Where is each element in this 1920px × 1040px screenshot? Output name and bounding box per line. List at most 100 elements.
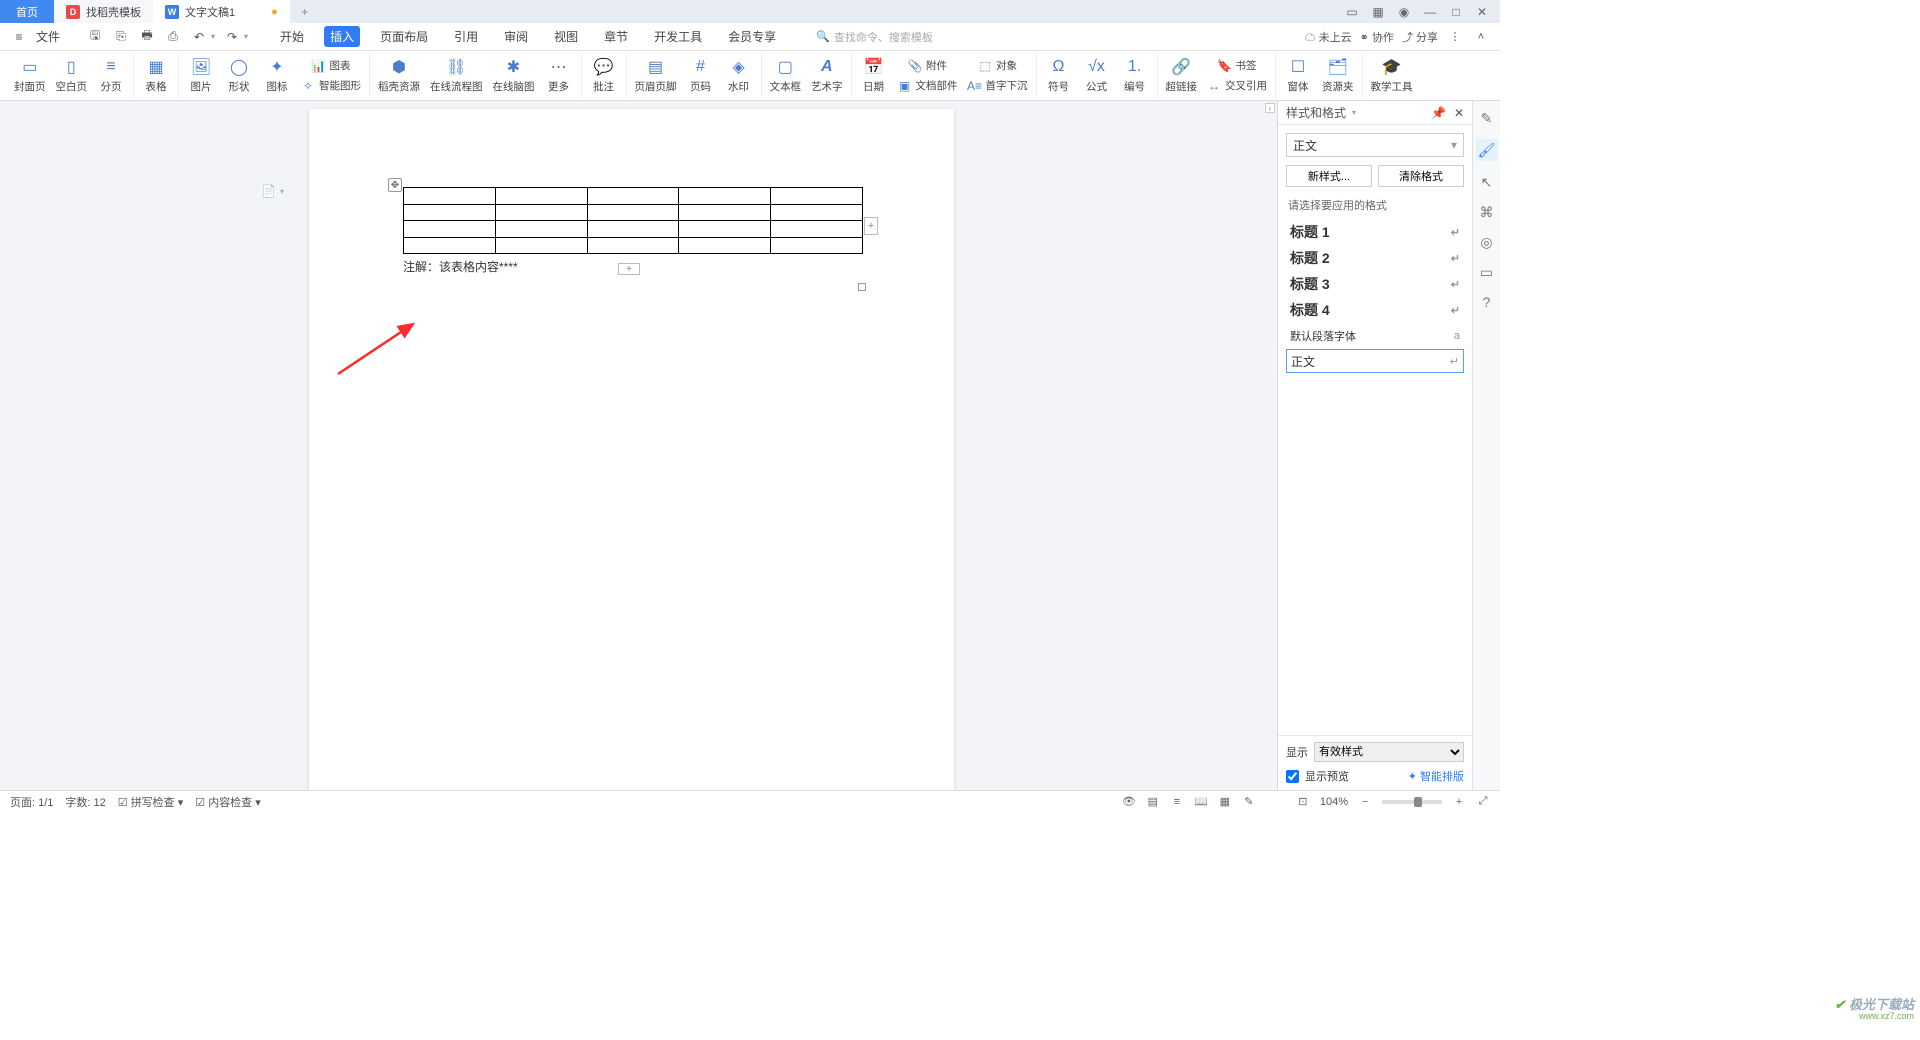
style-default-font[interactable]: 默认段落字体a [1286,323,1464,349]
watermark-button[interactable]: ◈水印 [723,55,755,96]
date-button[interactable]: 📅日期 [858,55,890,96]
form-button[interactable]: ☐窗体 [1282,55,1314,96]
table-button[interactable]: ▦表格 [140,55,172,96]
word-count[interactable]: 字数: 12 [65,794,105,810]
shape-button[interactable]: ◯形状 [223,55,255,96]
hyperlink-button[interactable]: 🔗超链接 [1164,55,1200,96]
table-row[interactable] [404,237,863,254]
paragraph-icon[interactable]: 📄 [261,183,277,199]
crossref-button[interactable]: ↔交叉引用 [1205,76,1269,95]
tab-document-1[interactable]: W 文字文稿1 ● [153,0,290,23]
tab-add-button[interactable]: + [290,0,320,23]
display-select[interactable]: 有效样式 [1314,742,1464,762]
teaching-tools-button[interactable]: 🎓教学工具 [1369,55,1415,96]
zoom-out-icon[interactable]: − [1358,795,1372,809]
docpart-button[interactable]: ▣文档部件 [896,76,960,95]
attachment-button[interactable]: 📎附件 [896,56,960,75]
zoom-level[interactable]: 104% [1320,796,1348,808]
ribbon-tab-developer[interactable]: 开发工具 [648,26,708,47]
object-button[interactable]: ⬚对象 [966,56,1030,75]
more-button[interactable]: ⋯更多 [543,55,575,96]
share-button[interactable]: ⤴ 分享 [1402,29,1438,45]
ribbon-tab-view[interactable]: 视图 [548,26,584,47]
fullscreen-icon[interactable]: ⤢ [1476,795,1490,809]
redo-icon[interactable]: ↷ [223,28,241,46]
sidebar-limit-icon[interactable]: ⌘ [1478,203,1496,221]
new-style-button[interactable]: 新样式... [1286,165,1372,187]
tab-home[interactable]: 首页 [0,0,54,23]
close-button[interactable]: ✕ [1474,4,1490,20]
pen-icon[interactable]: ✎ [1242,795,1256,809]
style-heading-2[interactable]: 标题 2↵ [1286,245,1464,271]
menu-icon[interactable]: ≡ [10,28,28,46]
document-canvas[interactable]: 📄 ✥ + + 注解：该表格内容**** [0,101,1263,790]
cover-page-button[interactable]: ▭封面页 [12,55,48,96]
undo-icon[interactable]: ↶ [190,28,208,46]
ribbon-tab-insert[interactable]: 插入 [324,26,360,47]
coop-button[interactable]: ⚭ 协作 [1360,29,1394,45]
page-number-button[interactable]: #页码 [685,55,717,96]
dropcap-button[interactable]: A≡首字下沉 [966,76,1030,95]
table-row[interactable] [404,188,863,205]
current-style-select[interactable]: 正文 ▾ [1286,133,1464,157]
mindmap-button[interactable]: ✱在线脑图 [491,55,537,96]
style-heading-1[interactable]: 标题 1↵ [1286,219,1464,245]
sidebar-protect-icon[interactable]: ◎ [1478,233,1496,251]
wordart-button[interactable]: A艺术字 [809,55,845,96]
file-menu[interactable]: 文件 [36,28,60,45]
outline-view-icon[interactable]: ≡ [1170,795,1184,809]
ribbon-tab-review[interactable]: 审阅 [498,26,534,47]
textbox-button[interactable]: ▢文本框 [768,55,804,96]
sidebar-read-icon[interactable]: ▭ [1478,263,1496,281]
sidebar-new-icon[interactable]: ✎ [1478,109,1496,127]
layout-icon[interactable]: ▭ [1344,4,1360,20]
header-footer-button[interactable]: ▤页眉页脚 [633,55,679,96]
table-resize-handle[interactable] [858,283,866,291]
docer-resource-button[interactable]: ⬢稻壳资源 [376,55,422,96]
collapse-ribbon-icon[interactable]: ˄ [1472,28,1490,46]
style-body-selected[interactable]: 正文↵ [1286,349,1464,373]
add-column-button[interactable]: + [864,217,878,235]
flowchart-button[interactable]: ⛓在线流程图 [428,55,485,96]
gutter-caret-icon[interactable]: ‹ [1265,103,1275,113]
equation-button[interactable]: √x公式 [1081,55,1113,96]
comment-button[interactable]: 💬批注 [588,55,620,96]
print-icon[interactable]: 🖶 [138,28,156,46]
spell-check-toggle[interactable]: ☑ 拼写检查 ▾ [118,794,184,810]
minimize-button[interactable]: — [1422,4,1438,20]
style-heading-3[interactable]: 标题 3↵ [1286,271,1464,297]
bookmark-button[interactable]: 🔖书签 [1205,56,1269,75]
table-caption[interactable]: 注解：该表格内容**** [403,258,860,275]
sidebar-styles-icon[interactable]: 🖌 [1476,139,1498,161]
cloud-status[interactable]: ☁ 未上云 [1305,29,1352,45]
eye-icon[interactable]: 👁 [1122,795,1136,809]
table-move-handle-icon[interactable]: ✥ [388,178,402,192]
maximize-button[interactable]: □ [1448,4,1464,20]
icon-button[interactable]: ✦图标 [261,55,293,96]
panel-title[interactable]: 样式和格式 [1286,104,1356,121]
fit-icon[interactable]: ⊡ [1296,795,1310,809]
table-row[interactable] [404,221,863,238]
close-panel-icon[interactable]: ✕ [1454,106,1464,120]
export-icon[interactable]: ⎘ [112,28,130,46]
style-heading-4[interactable]: 标题 4↵ [1286,297,1464,323]
sidebar-help-icon[interactable]: ? [1478,293,1496,311]
picture-button[interactable]: 🖼图片 [185,55,217,96]
document-table[interactable] [403,187,863,254]
blank-page-button[interactable]: ▯空白页 [54,55,90,96]
command-search[interactable]: 🔍 查找命令、搜索模板 [816,29,956,45]
ribbon-tab-page-layout[interactable]: 页面布局 [374,26,434,47]
print-preview-icon[interactable]: ⎙ [164,28,182,46]
ribbon-tab-member[interactable]: 会员专享 [722,26,782,47]
preview-checkbox[interactable] [1286,770,1299,783]
page-view-icon[interactable]: ▤ [1146,795,1160,809]
read-view-icon[interactable]: 📖 [1194,795,1208,809]
clear-format-button[interactable]: 清除格式 [1378,165,1464,187]
apps-icon[interactable]: ▦ [1370,4,1386,20]
resource-folder-button[interactable]: 🗂资源夹 [1320,55,1356,96]
ribbon-tab-sections[interactable]: 章节 [598,26,634,47]
save-icon[interactable]: 🖫 [86,28,104,46]
zoom-in-icon[interactable]: + [1452,795,1466,809]
more-menu-icon[interactable]: ⋮ [1446,28,1464,46]
table-row[interactable] [404,204,863,221]
